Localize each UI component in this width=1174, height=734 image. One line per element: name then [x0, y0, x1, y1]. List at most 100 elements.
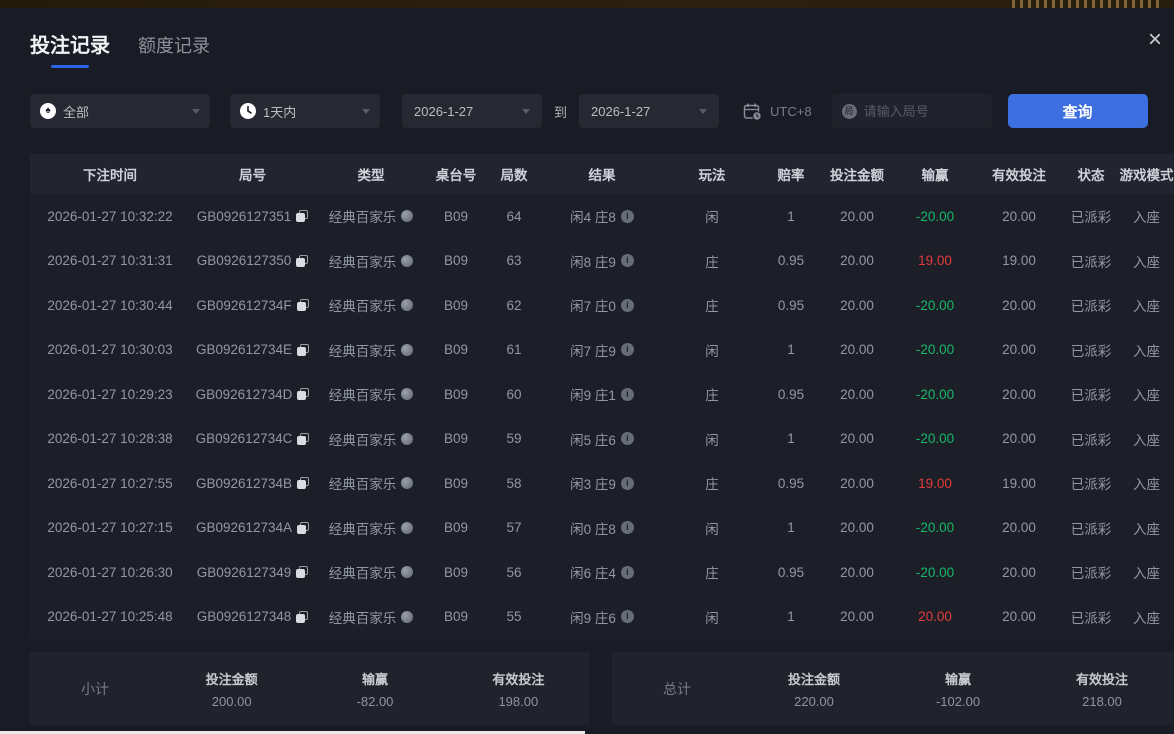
col-header-odds: 赔率	[763, 164, 819, 184]
query-button[interactable]: 查询	[1008, 94, 1148, 128]
cell-odds: 0.95	[763, 476, 819, 491]
cell-bet-time: 2026-01-27 10:30:44	[30, 298, 190, 313]
cell-game-type: 经典百家乐	[315, 429, 427, 449]
info-icon[interactable]: i	[621, 566, 634, 579]
game-id-text: GB092612734A	[196, 520, 292, 535]
date-to-picker[interactable]: 2026-1-27	[579, 94, 719, 128]
cell-play: 庄	[661, 473, 763, 493]
table-header-row: 下注时间 局号 类型 桌台号 局数 结果 玩法 赔率 投注金额 输赢 有效投注 …	[30, 154, 1174, 194]
subtotal-winloss-value: -82.00	[303, 694, 446, 709]
col-header-valid-bet: 有效投注	[975, 164, 1063, 184]
table-row: 2026-01-27 10:29:23 GB092612734D 经典百家乐 B…	[30, 372, 1174, 417]
info-icon[interactable]: i	[621, 254, 634, 267]
cell-result: 闲5 庄6 i	[543, 429, 661, 449]
cell-play: 闲	[661, 206, 763, 226]
table-row: 2026-01-27 10:30:03 GB092612734E 经典百家乐 B…	[30, 328, 1174, 373]
cell-bet-amount: 20.00	[819, 431, 895, 446]
cell-valid-bet: 20.00	[975, 520, 1063, 535]
cell-game-mode: 入座	[1119, 206, 1174, 226]
round-id-search[interactable]: 局	[832, 94, 992, 128]
copy-icon[interactable]	[296, 255, 308, 267]
total-valid: 有效投注 218.00	[1030, 669, 1174, 709]
close-icon[interactable]: ×	[1142, 28, 1168, 54]
cell-bet-amount: 20.00	[819, 565, 895, 580]
table-row: 2026-01-27 10:31:31 GB0926127350 经典百家乐 B…	[30, 239, 1174, 284]
info-icon[interactable]: i	[621, 343, 634, 356]
copy-icon[interactable]	[297, 477, 309, 489]
tab-bet-records[interactable]: 投注记录	[30, 29, 110, 68]
game-type-text: 经典百家乐	[329, 562, 397, 582]
info-icon[interactable]: i	[621, 432, 634, 445]
cell-odds: 1	[763, 209, 819, 224]
time-range-dropdown[interactable]: 1天内	[230, 94, 380, 128]
subtotal-valid-label: 有效投注	[447, 669, 590, 688]
copy-icon[interactable]	[296, 566, 308, 578]
copy-icon[interactable]	[297, 433, 309, 445]
info-icon[interactable]: i	[621, 477, 634, 490]
copy-icon[interactable]	[296, 611, 308, 623]
info-icon[interactable]: i	[621, 610, 634, 623]
copy-icon[interactable]	[297, 344, 309, 356]
cell-status: 已派彩	[1063, 206, 1119, 226]
chevron-down-icon	[192, 109, 200, 114]
info-icon[interactable]: i	[621, 299, 634, 312]
copy-icon[interactable]	[296, 210, 308, 222]
cell-result: 闲7 庄9 i	[543, 340, 661, 360]
date-from-picker[interactable]: 2026-1-27	[402, 94, 542, 128]
calendar-clock-icon[interactable]	[743, 102, 762, 121]
col-header-type: 类型	[315, 164, 427, 184]
cell-game-type: 经典百家乐	[315, 251, 427, 271]
cell-status: 已派彩	[1063, 340, 1119, 360]
subtotal-bet-label: 投注金额	[160, 669, 303, 688]
game-type-dropdown[interactable]: ♠ 全部	[30, 94, 210, 128]
bet-records-modal: × 投注记录 额度记录 ♠ 全部 1天内 2026-1-27 到 2026-1-…	[0, 0, 1174, 734]
cell-game-mode: 入座	[1119, 518, 1174, 538]
cell-result: 闲6 庄4 i	[543, 562, 661, 582]
copy-icon[interactable]	[297, 299, 309, 311]
cell-round: 56	[485, 565, 543, 580]
game-id-text: GB092612734F	[196, 298, 291, 313]
table-row: 2026-01-27 10:25:48 GB0926127348 经典百家乐 B…	[30, 595, 1174, 640]
cell-status: 已派彩	[1063, 295, 1119, 315]
cell-table-no: B09	[427, 209, 485, 224]
info-icon[interactable]: i	[621, 521, 634, 534]
table-row: 2026-01-27 10:27:55 GB092612734B 经典百家乐 B…	[30, 461, 1174, 506]
cell-game-id: GB0926127351	[190, 209, 315, 224]
cell-play: 庄	[661, 295, 763, 315]
total-valid-value: 218.00	[1030, 694, 1174, 709]
col-header-bet-time: 下注时间	[30, 164, 190, 184]
cell-result: 闲3 庄9 i	[543, 473, 661, 493]
cell-bet-amount: 20.00	[819, 253, 895, 268]
cell-winloss: 20.00	[895, 609, 975, 624]
cell-table-no: B09	[427, 520, 485, 535]
cell-game-id: GB092612734D	[190, 387, 315, 402]
cell-status: 已派彩	[1063, 562, 1119, 582]
cell-odds: 0.95	[763, 387, 819, 402]
cell-game-id: GB092612734F	[190, 298, 315, 313]
cell-winloss: -20.00	[895, 298, 975, 313]
chip-icon	[401, 477, 413, 489]
chip-icon	[401, 299, 413, 311]
cell-game-type: 经典百家乐	[315, 518, 427, 538]
table-row: 2026-01-27 10:30:44 GB092612734F 经典百家乐 B…	[30, 283, 1174, 328]
round-id-input[interactable]	[864, 104, 982, 119]
cell-game-mode: 入座	[1119, 251, 1174, 271]
cell-game-id: GB092612734A	[190, 520, 315, 535]
total-winloss-label: 输赢	[886, 669, 1030, 688]
game-type-text: 经典百家乐	[329, 473, 397, 493]
total-bet-label: 投注金额	[742, 669, 886, 688]
col-header-status: 状态	[1063, 164, 1119, 184]
tab-quota-records[interactable]: 额度记录	[138, 32, 210, 68]
info-icon[interactable]: i	[621, 388, 634, 401]
copy-icon[interactable]	[297, 388, 309, 400]
cell-play: 闲	[661, 340, 763, 360]
info-icon[interactable]: i	[621, 210, 634, 223]
game-id-text: GB0926127348	[197, 609, 292, 624]
cell-bet-time: 2026-01-27 10:29:23	[30, 387, 190, 402]
total-winloss: 输赢 -102.00	[886, 669, 1030, 709]
cell-bet-time: 2026-01-27 10:28:38	[30, 431, 190, 446]
copy-icon[interactable]	[297, 522, 309, 534]
table-row: 2026-01-27 10:26:30 GB0926127349 经典百家乐 B…	[30, 550, 1174, 595]
cell-status: 已派彩	[1063, 384, 1119, 404]
result-text: 闲6 庄4	[570, 562, 616, 582]
